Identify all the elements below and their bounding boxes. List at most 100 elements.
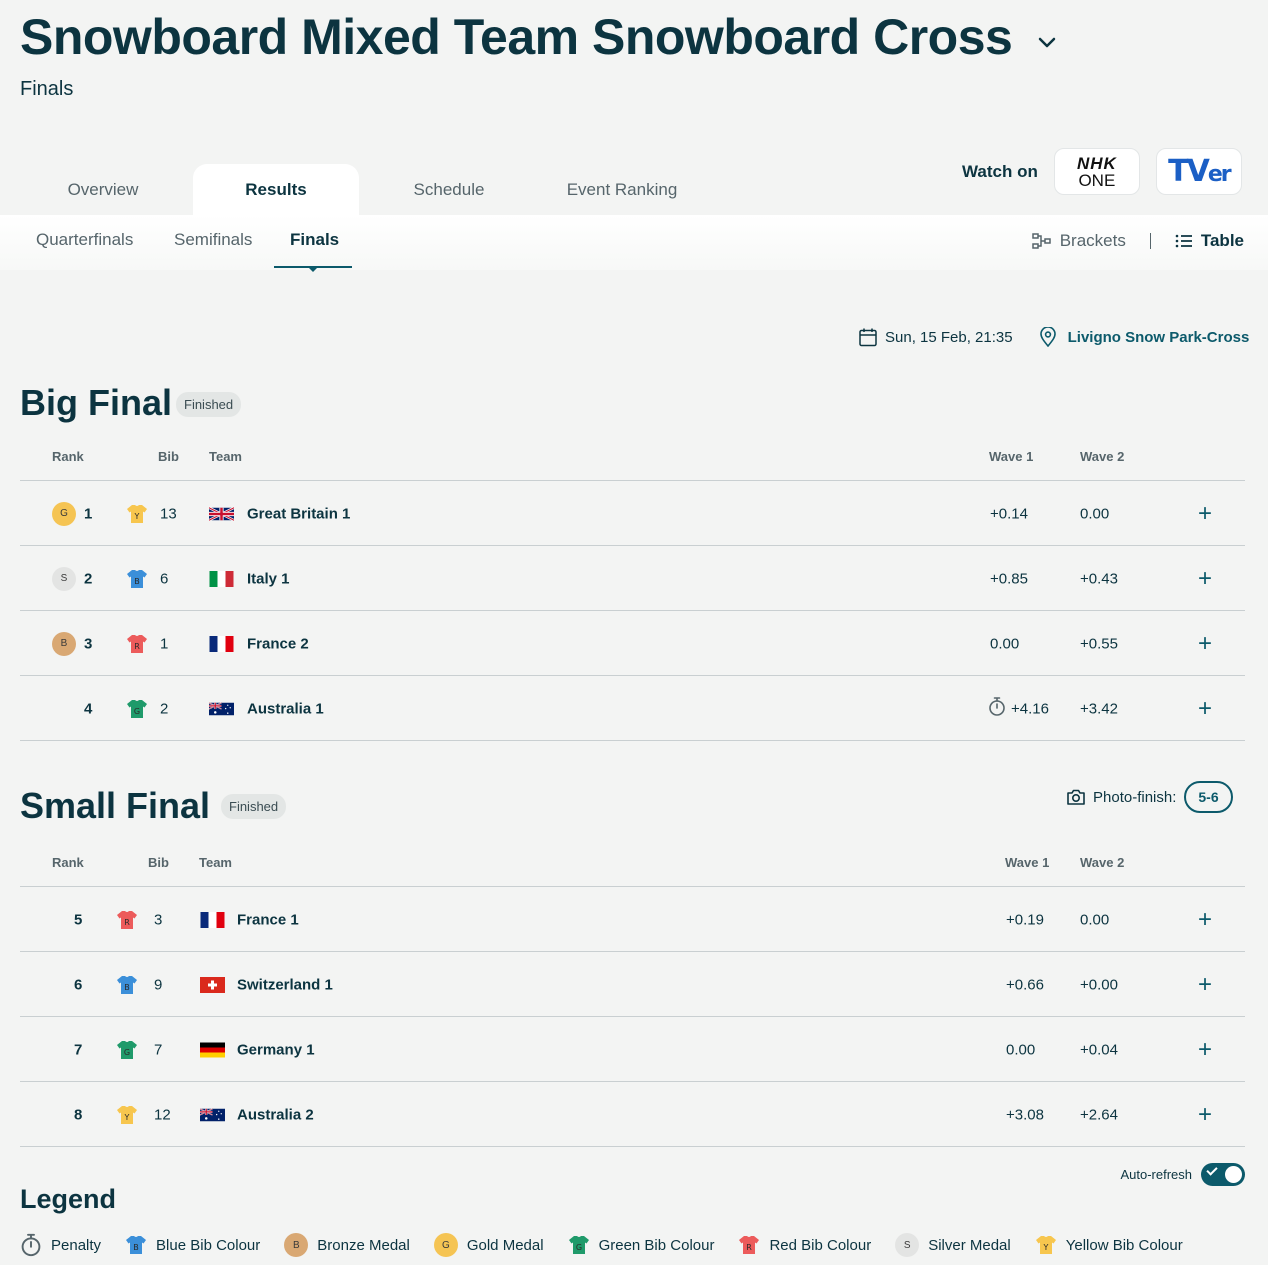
legend-item: G Gold Medal bbox=[433, 1233, 544, 1257]
green-bib-icon: G bbox=[116, 1040, 138, 1060]
green-bib-icon: G bbox=[126, 699, 148, 719]
yellow-bib-icon: Y bbox=[1035, 1235, 1057, 1255]
col-wave1: Wave 1 bbox=[1005, 855, 1050, 870]
bib-number: 1 bbox=[160, 635, 169, 652]
nhk-one-button[interactable]: NHK ONE bbox=[1053, 148, 1140, 195]
tab-overview[interactable]: Overview bbox=[20, 164, 186, 215]
team-name: France 2 bbox=[247, 635, 309, 652]
stopwatch-icon bbox=[988, 696, 1011, 721]
gbr-flag-icon bbox=[209, 506, 234, 522]
col-wave1: Wave 1 bbox=[989, 449, 1034, 464]
active-tab-caret bbox=[308, 267, 318, 272]
legend-item: R Red Bib Colour bbox=[738, 1235, 871, 1255]
auto-refresh-toggle[interactable] bbox=[1201, 1163, 1245, 1186]
divider bbox=[20, 1146, 1245, 1147]
aus-flag-icon bbox=[209, 701, 234, 717]
check-icon bbox=[1206, 1164, 1218, 1176]
wave2-time: 0.00 bbox=[1080, 505, 1110, 522]
team-name: Australia 1 bbox=[247, 700, 324, 717]
tab-results[interactable]: Results bbox=[193, 164, 359, 215]
location-pin-icon bbox=[1039, 327, 1056, 347]
svg-text:Y: Y bbox=[1042, 1243, 1048, 1252]
event-meta: Sun, 15 Feb, 21:35 Livigno Snow Park-Cro… bbox=[858, 327, 1249, 347]
nhk-one-logo: NHK ONE bbox=[1077, 155, 1117, 189]
wave1-time: +4.16 bbox=[1011, 700, 1049, 717]
wave2-time: +0.04 bbox=[1080, 1041, 1118, 1058]
bib-number: 9 bbox=[154, 976, 163, 993]
fra-flag-icon bbox=[200, 911, 225, 928]
small-final-status-badge: Finished bbox=[221, 794, 287, 819]
bib-number: 2 bbox=[160, 700, 169, 717]
tver-logo: TVer bbox=[1168, 154, 1231, 189]
svg-text:Y: Y bbox=[134, 512, 140, 521]
svg-text:Y: Y bbox=[124, 1113, 130, 1122]
blue-bib-icon: B bbox=[116, 975, 138, 995]
svg-text:R: R bbox=[124, 918, 130, 927]
team-name: Great Britain 1 bbox=[247, 505, 351, 522]
svg-text:B: B bbox=[124, 983, 130, 992]
tab-schedule[interactable]: Schedule bbox=[366, 164, 532, 215]
auto-refresh: Auto-refresh bbox=[1120, 1163, 1245, 1186]
team-name: Switzerland 1 bbox=[237, 976, 333, 993]
wave1-time: 0.00 bbox=[990, 635, 1020, 652]
legend-item: S Silver Medal bbox=[895, 1233, 1011, 1257]
legend-label: Penalty bbox=[51, 1236, 102, 1254]
col-rank: Rank bbox=[52, 449, 84, 464]
table-view-button[interactable]: Table bbox=[1175, 231, 1244, 251]
tver-button[interactable]: TVer bbox=[1155, 148, 1242, 195]
brackets-view-button[interactable]: Brackets bbox=[1031, 231, 1126, 251]
wave2-time: +2.64 bbox=[1080, 1106, 1118, 1123]
team-name: Germany 1 bbox=[237, 1041, 315, 1058]
expand-row-button[interactable]: + bbox=[1198, 565, 1212, 593]
table-row: 5 R 3 France 1 +0.19 0.00 + bbox=[20, 887, 1245, 952]
legend-item: B Bronze Medal bbox=[284, 1233, 410, 1257]
rank-value: 1 bbox=[84, 505, 93, 522]
expand-row-button[interactable]: + bbox=[1198, 906, 1212, 934]
bib-number: 13 bbox=[160, 505, 177, 522]
tab-semifinals[interactable]: Semifinals bbox=[174, 230, 252, 250]
rank-value: 3 bbox=[84, 635, 93, 652]
col-team: Team bbox=[199, 855, 232, 870]
expand-row-button[interactable]: + bbox=[1198, 630, 1212, 658]
expand-row-button[interactable]: + bbox=[1198, 1101, 1212, 1129]
legend-label: Red Bib Colour bbox=[769, 1236, 872, 1254]
photo-finish-button[interactable]: 5-6 bbox=[1184, 781, 1233, 813]
rank-value: 7 bbox=[74, 1041, 83, 1058]
aus-flag-icon bbox=[200, 1107, 225, 1123]
silver-medal-icon: S bbox=[52, 566, 76, 591]
svg-text:G: G bbox=[124, 1048, 130, 1057]
bib-number: 6 bbox=[160, 570, 169, 587]
expand-row-button[interactable]: + bbox=[1198, 695, 1212, 723]
expand-row-button[interactable]: + bbox=[1198, 500, 1212, 528]
chevron-down-icon[interactable] bbox=[1036, 31, 1058, 53]
col-bib: Bib bbox=[158, 449, 179, 464]
round-subnav: Quarterfinals Semifinals Finals Brackets… bbox=[0, 215, 1268, 272]
calendar-icon bbox=[859, 328, 877, 347]
nhk-logo-line1: NHK bbox=[1076, 153, 1117, 173]
gold-medal-icon: G bbox=[433, 1233, 458, 1257]
wave1-time: +0.85 bbox=[990, 570, 1028, 587]
expand-row-button[interactable]: + bbox=[1198, 971, 1212, 999]
ita-flag-icon bbox=[209, 570, 234, 587]
rank-value: 5 bbox=[74, 911, 83, 928]
legend-label: Bronze Medal bbox=[317, 1236, 410, 1254]
rank-value: 6 bbox=[74, 976, 83, 993]
big-final-title: Big Final bbox=[20, 382, 172, 423]
wave1-time: 0.00 bbox=[1006, 1041, 1036, 1058]
legend-item: Y Yellow Bib Colour bbox=[1035, 1235, 1183, 1255]
table-label: Table bbox=[1200, 231, 1244, 250]
stopwatch-icon bbox=[20, 1233, 42, 1257]
wave1-time: +0.14 bbox=[990, 505, 1028, 522]
svg-text:G: G bbox=[575, 1243, 581, 1252]
blue-bib-icon: B bbox=[125, 1235, 147, 1255]
legend-title: Legend bbox=[20, 1184, 117, 1214]
expand-row-button[interactable]: + bbox=[1198, 1036, 1212, 1064]
tab-event-ranking[interactable]: Event Ranking bbox=[539, 164, 705, 215]
tab-quarterfinals[interactable]: Quarterfinals bbox=[36, 230, 133, 250]
venue-link[interactable]: Livigno Snow Park-Cross bbox=[1068, 329, 1250, 346]
wave1-time: +0.19 bbox=[1006, 911, 1044, 928]
red-bib-icon: R bbox=[126, 634, 148, 654]
wave2-time: +0.00 bbox=[1080, 976, 1118, 993]
table-row: 8 Y 12 Australia 2 +3.08 +2.64 + bbox=[20, 1082, 1245, 1147]
tab-finals[interactable]: Finals bbox=[290, 230, 339, 250]
